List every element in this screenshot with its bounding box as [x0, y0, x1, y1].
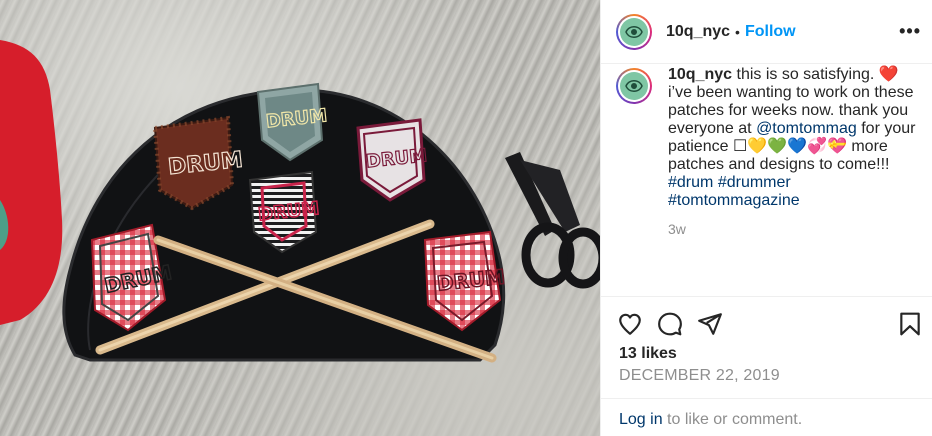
post-side-panel: 10q_nyc • Follow ••• 10q_nyc this is so … — [600, 0, 932, 436]
box-glyph: ☐ — [732, 138, 748, 155]
comment-timestamp[interactable]: 3w — [668, 220, 921, 238]
share-icon[interactable] — [697, 311, 723, 337]
action-section: 13 likes DECEMBER 22, 2019 Log in to lik… — [601, 296, 932, 436]
login-text: Log in to like or comment. — [619, 411, 802, 429]
heart-icon[interactable] — [617, 311, 643, 337]
caption-part-1: this is so satisfying. — [732, 66, 879, 83]
caption-comment: 10q_nyc this is so satisfying. ❤️ i’ve b… — [616, 66, 921, 238]
login-rest: to like or comment. — [662, 411, 803, 428]
caption-avatar[interactable] — [616, 68, 652, 104]
caption-text: 10q_nyc this is so satisfying. ❤️ i’ve b… — [668, 66, 921, 238]
red-shirt — [0, 40, 63, 325]
caption-username[interactable]: 10q_nyc — [668, 66, 732, 83]
green-heart-emoji: 💚 — [767, 138, 788, 155]
more-options-icon[interactable]: ••• — [899, 22, 921, 40]
emoji-row: ☐💛💚💙💞💝 — [733, 138, 847, 155]
bookmark-icon[interactable] — [897, 311, 923, 337]
action-icons — [617, 311, 723, 337]
heart-emoji: ❤️ — [878, 66, 899, 83]
login-prompt: Log in to like or comment. — [601, 398, 932, 436]
hashtag-link[interactable]: #drum — [668, 174, 713, 191]
header-username[interactable]: 10q_nyc — [666, 23, 730, 41]
follow-button[interactable]: Follow — [745, 23, 796, 41]
avatar-logo-icon — [625, 80, 643, 92]
blue-heart-emoji: 💙 — [787, 138, 808, 155]
hashtag-link[interactable]: #drummer — [718, 174, 791, 191]
avatar[interactable] — [616, 13, 652, 50]
comment-icon[interactable] — [657, 311, 683, 337]
post-header: 10q_nyc • Follow ••• — [601, 0, 932, 64]
scissors — [505, 152, 600, 289]
avatar-logo-icon — [625, 25, 643, 38]
mention-link[interactable]: @tomtommag — [756, 120, 857, 137]
header-separator: • — [735, 23, 740, 40]
heart-ribbon-emoji: 💝 — [826, 138, 847, 155]
yellow-heart-emoji: 💛 — [747, 138, 768, 155]
post-photo[interactable]: DRUM DRUM DRUM DRUM DRUM DRUM — [0, 0, 600, 436]
login-link[interactable]: Log in — [619, 411, 663, 428]
revolving-hearts-emoji: 💞 — [807, 138, 827, 155]
photo-scene: DRUM DRUM DRUM DRUM DRUM DRUM — [0, 40, 600, 363]
likes-count[interactable]: 13 likes — [619, 345, 677, 363]
post-date[interactable]: DECEMBER 22, 2019 — [619, 367, 780, 385]
hashtag-link[interactable]: #tomtommagazine — [668, 192, 800, 209]
